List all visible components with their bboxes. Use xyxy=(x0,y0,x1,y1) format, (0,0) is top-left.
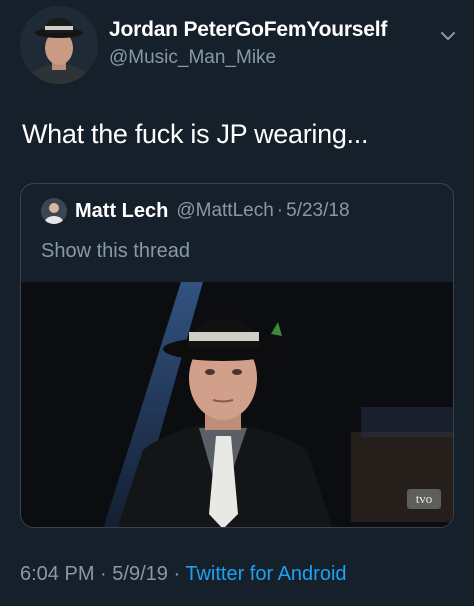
meta-separator: · xyxy=(100,563,107,585)
quoted-separator: · xyxy=(276,200,284,221)
quoted-author-avatar[interactable] xyxy=(41,198,67,224)
tweet-text: What the fuck is JP wearing... xyxy=(22,119,369,149)
author-avatar-image xyxy=(20,6,98,84)
author-handle[interactable]: @Music_Man_Mike xyxy=(109,47,276,69)
tweet-source-link[interactable]: Twitter for Android xyxy=(185,563,346,585)
quoted-media-image[interactable] xyxy=(21,282,453,527)
quoted-tweet-header: Matt Lech @MattLech · 5/23/18 xyxy=(41,198,350,224)
tweet-time: 6:04 PM xyxy=(20,563,95,585)
author-avatar[interactable] xyxy=(20,6,98,84)
quoted-author-name[interactable]: Matt Lech xyxy=(75,200,168,223)
quoted-author-handle[interactable]: @MattLech xyxy=(176,200,273,222)
author-display-name[interactable]: Jordan PeterGoFemYourself xyxy=(109,18,387,42)
tweet-date: 5/9/19 xyxy=(112,563,168,585)
tvo-watermark: tvo xyxy=(407,489,441,509)
quoted-tweet-card[interactable]: Matt Lech @MattLech · 5/23/18 Show this … xyxy=(20,183,454,528)
tweet: Jordan PeterGoFemYourself @Music_Man_Mik… xyxy=(0,0,474,606)
show-thread-link[interactable]: Show this thread xyxy=(41,240,190,263)
quoted-date: 5/23/18 xyxy=(286,200,350,221)
chevron-down-icon[interactable] xyxy=(437,27,459,45)
meta-separator: · xyxy=(173,563,181,585)
tweet-metadata: 6:04 PM · 5/9/19 · Twitter for Android xyxy=(20,563,347,586)
